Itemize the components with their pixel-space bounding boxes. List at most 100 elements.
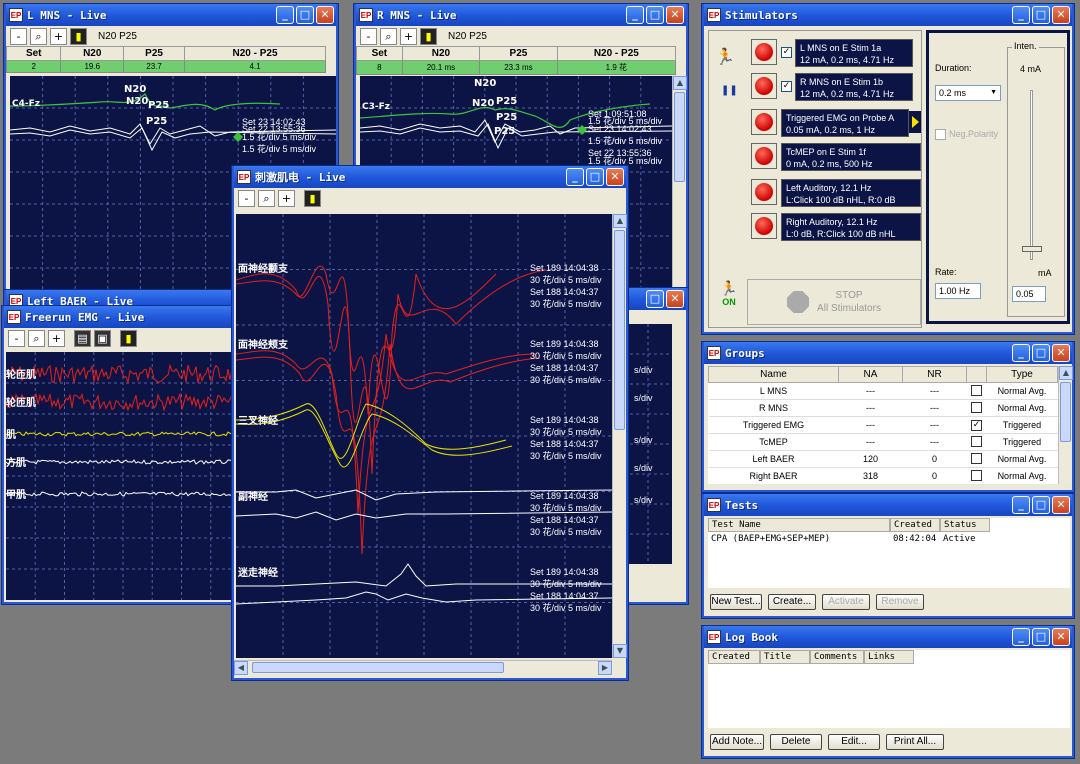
col-header[interactable]: NA: [838, 366, 903, 383]
close-icon[interactable]: ✕: [666, 6, 684, 24]
title-bar[interactable]: EP Groups _ □ ✕: [704, 342, 1072, 364]
scroll-thumb[interactable]: [252, 662, 504, 673]
col-header[interactable]: Links: [864, 650, 914, 664]
close-icon[interactable]: ✕: [316, 6, 334, 24]
close-icon[interactable]: ✕: [1052, 496, 1070, 514]
close-icon[interactable]: ✕: [1052, 6, 1070, 24]
duration-select[interactable]: 0.2 ms ▼: [935, 85, 1001, 101]
col-header[interactable]: Set: [5, 46, 62, 61]
col-header[interactable]: P25: [123, 46, 186, 61]
intensity-slider[interactable]: [1020, 90, 1046, 260]
remove-button[interactable]: Remove: [876, 594, 924, 610]
ma-input[interactable]: 0.05: [1012, 286, 1046, 302]
minimize-icon[interactable]: _: [1012, 6, 1030, 24]
group-checkbox[interactable]: [966, 450, 987, 468]
group-checkbox[interactable]: [966, 433, 987, 451]
table-row[interactable]: Left BAER 120 0 Normal Avg.: [708, 450, 1058, 468]
minimize-icon[interactable]: _: [1012, 496, 1030, 514]
zoom-in-icon[interactable]: +: [50, 27, 67, 45]
col-header[interactable]: NR: [902, 366, 967, 383]
zoom-icon[interactable]: ⌕: [28, 329, 45, 347]
vertical-scrollbar[interactable]: ▲: [1058, 366, 1073, 484]
title-bar[interactable]: EP 刺激肌电 - Live _ □ ✕: [234, 166, 626, 188]
zoom-in-icon[interactable]: +: [278, 189, 295, 207]
table-row[interactable]: TcMEP --- --- Triggered: [708, 433, 1058, 451]
scroll-up-icon[interactable]: ▲: [613, 214, 627, 228]
zoom-icon[interactable]: ⌕: [30, 27, 47, 45]
stim-label[interactable]: Left Auditory, 12.1 Hz L:Click 100 dB nH…: [781, 179, 921, 207]
title-bar[interactable]: □ ✕: [622, 288, 686, 310]
table-row[interactable]: Right BAER 318 0 Normal Avg.: [708, 467, 1058, 484]
checkbox-icon[interactable]: [971, 401, 982, 413]
minimize-icon[interactable]: _: [1012, 628, 1030, 646]
zoom-out-icon[interactable]: -: [10, 27, 27, 45]
run-icon[interactable]: 🏃: [715, 47, 735, 66]
scroll-up-icon[interactable]: ▲: [1059, 366, 1073, 380]
maximize-icon[interactable]: □: [646, 290, 664, 308]
col-header[interactable]: N20 - P25: [184, 46, 326, 61]
col-header[interactable]: Created: [890, 518, 940, 532]
col-header[interactable]: Status: [940, 518, 990, 532]
vertical-scrollbar[interactable]: ▲ ▼: [612, 214, 627, 658]
stim-toggle-button[interactable]: [751, 39, 777, 65]
col-header[interactable]: Set: [356, 46, 403, 61]
col-header[interactable]: P25: [479, 46, 558, 61]
neg-polarity-checkbox[interactable]: [935, 129, 946, 140]
group-checkbox[interactable]: [966, 467, 987, 484]
stim-check[interactable]: ✓: [781, 81, 792, 92]
scroll-thumb[interactable]: [1060, 382, 1071, 442]
col-header[interactable]: Test Name: [708, 518, 890, 532]
stim-toggle-button[interactable]: [751, 73, 777, 99]
add-note-button[interactable]: Add Note...: [710, 734, 764, 750]
minimize-icon[interactable]: _: [566, 168, 584, 186]
maximize-icon[interactable]: □: [296, 6, 314, 24]
title-bar[interactable]: EP Tests _ □ ✕: [704, 494, 1072, 516]
close-icon[interactable]: ✕: [606, 168, 624, 186]
stim-toggle-button[interactable]: [751, 109, 777, 135]
maximize-icon[interactable]: □: [1032, 628, 1050, 646]
scroll-down-icon[interactable]: ▼: [613, 644, 627, 658]
scroll-right-icon[interactable]: ▶: [598, 661, 612, 675]
list-item[interactable]: CPA (BAEP+EMG+SEP+MEP) 08:42:04 Active: [708, 532, 1070, 544]
table-row[interactable]: R MNS --- --- Normal Avg.: [708, 399, 1058, 417]
stim-label[interactable]: R MNS on E Stim 1b 12 mA, 0.2 ms, 4.71 H…: [795, 73, 913, 101]
checkbox-icon[interactable]: [971, 469, 982, 481]
col-header[interactable]: N20: [60, 46, 125, 61]
zoom-in-icon[interactable]: +: [400, 27, 417, 45]
table-row[interactable]: L MNS --- --- Normal Avg.: [708, 382, 1058, 400]
table-row[interactable]: Triggered EMG --- --- ✓ Triggered: [708, 416, 1058, 434]
play-arrow-icon[interactable]: [909, 111, 921, 133]
waveform-area[interactable]: s/div s/div s/div s/div s/div: [624, 324, 672, 564]
maximize-icon[interactable]: □: [1032, 6, 1050, 24]
col-header[interactable]: Type: [986, 366, 1058, 383]
rate-input[interactable]: 1.00 Hz: [935, 283, 981, 299]
new-test-button[interactable]: New Test...: [710, 594, 762, 610]
title-bar[interactable]: EP Log Book _ □ ✕: [704, 626, 1072, 648]
minimize-icon[interactable]: _: [1012, 344, 1030, 362]
freeze-icon[interactable]: ▤: [74, 329, 91, 347]
print-all-button[interactable]: Print All...: [886, 734, 944, 750]
title-bar[interactable]: EP Freerun EMG - Live: [4, 306, 240, 328]
pause-icon[interactable]: ❚❚: [721, 85, 738, 96]
delete-button[interactable]: Delete: [770, 734, 822, 750]
stim-label[interactable]: L MNS on E Stim 1a 12 mA, 0.2 ms, 4.71 H…: [795, 39, 913, 67]
stim-toggle-button[interactable]: [751, 213, 777, 239]
checkbox-icon[interactable]: [971, 452, 982, 464]
title-bar[interactable]: EP R MNS - Live _ □ ✕: [356, 4, 686, 26]
slider-thumb[interactable]: [1022, 245, 1042, 252]
zoom-in-icon[interactable]: +: [48, 329, 65, 347]
record-icon[interactable]: ▣: [94, 329, 111, 347]
zoom-out-icon[interactable]: -: [238, 189, 255, 207]
spectrum-icon[interactable]: ▮: [70, 27, 87, 45]
maximize-icon[interactable]: □: [646, 6, 664, 24]
col-header[interactable]: [966, 366, 987, 383]
zoom-out-icon[interactable]: -: [360, 27, 377, 45]
zoom-icon[interactable]: ⌕: [258, 189, 275, 207]
col-header[interactable]: N20 - P25: [556, 46, 677, 61]
close-icon[interactable]: ✕: [1052, 628, 1070, 646]
maximize-icon[interactable]: □: [1032, 344, 1050, 362]
col-header[interactable]: Created: [708, 650, 760, 664]
minimize-icon[interactable]: _: [276, 6, 294, 24]
edit-button[interactable]: Edit...: [828, 734, 880, 750]
minimize-icon[interactable]: _: [626, 6, 644, 24]
